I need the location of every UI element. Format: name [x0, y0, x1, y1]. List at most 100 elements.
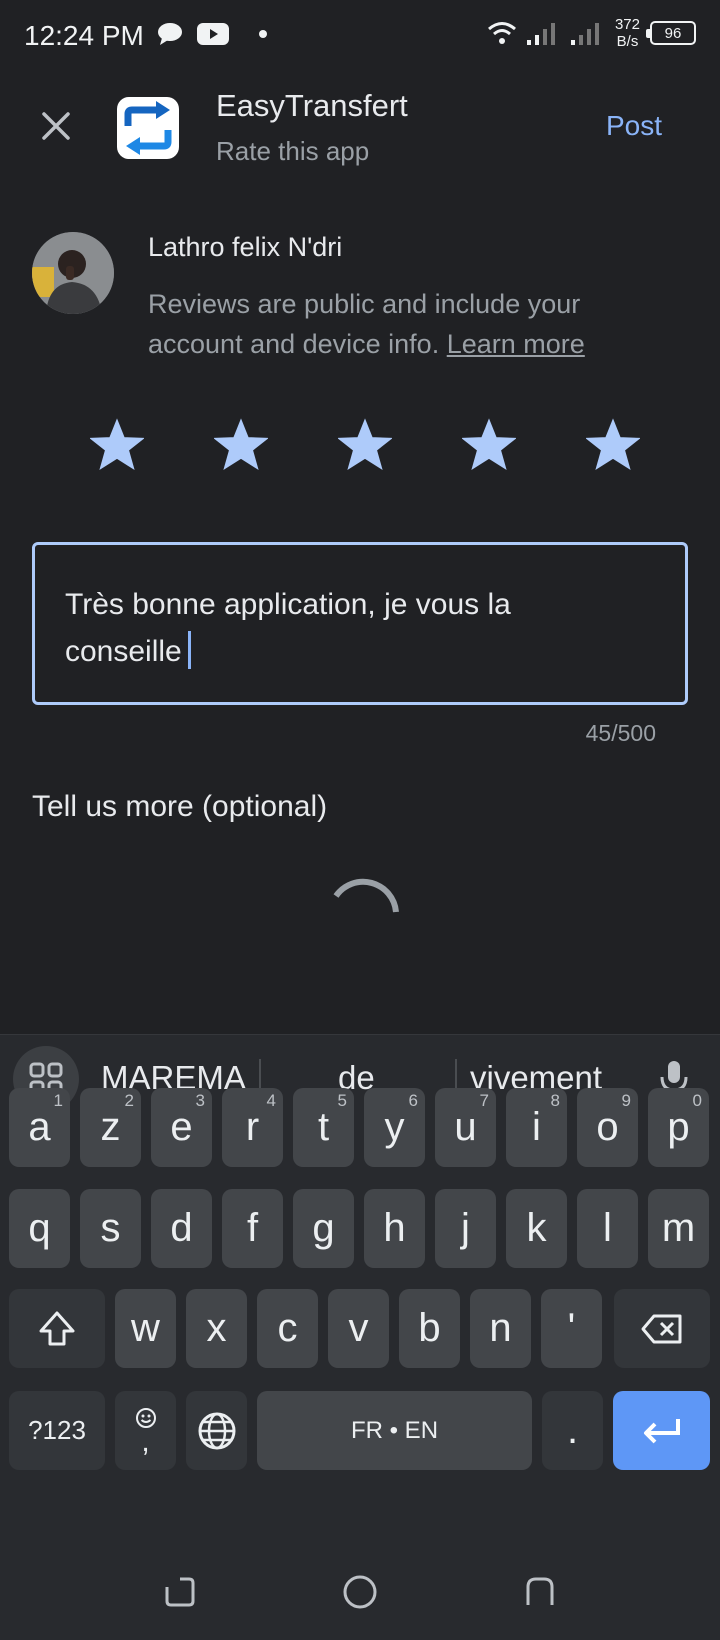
- key-f[interactable]: f: [222, 1189, 283, 1268]
- key-m[interactable]: m: [648, 1189, 709, 1268]
- key-g[interactable]: g: [293, 1189, 354, 1268]
- tell-us-more-heading: Tell us more (optional): [32, 790, 328, 823]
- star-2[interactable]: [214, 418, 268, 472]
- text-cursor: [187, 631, 191, 669]
- key-a-label: a: [28, 1105, 51, 1149]
- star-4[interactable]: [462, 418, 516, 472]
- key-j-label: j: [461, 1206, 470, 1250]
- key-a[interactable]: a1: [9, 1088, 70, 1167]
- key-x[interactable]: x: [186, 1289, 247, 1368]
- space-key[interactable]: FR • EN: [257, 1391, 532, 1470]
- key-x-label: x: [206, 1306, 227, 1350]
- key-d[interactable]: d: [151, 1189, 212, 1268]
- key-r[interactable]: r4: [222, 1088, 283, 1167]
- key-z[interactable]: z2: [80, 1088, 141, 1167]
- post-button[interactable]: Post: [606, 110, 662, 142]
- key-p-hint: 0: [692, 1091, 702, 1110]
- key-q[interactable]: q: [9, 1189, 70, 1268]
- back-icon: [526, 1577, 554, 1605]
- star-3[interactable]: [338, 418, 392, 472]
- signal-icon: [526, 23, 555, 45]
- chat-bubble-icon: [158, 23, 182, 45]
- key-t-hint: 5: [337, 1091, 347, 1110]
- symbols-key-label: ?123: [28, 1415, 86, 1445]
- close-button[interactable]: [34, 104, 78, 148]
- key-w-label: w: [131, 1306, 160, 1350]
- user-name: Lathro felix N'dri: [148, 232, 343, 262]
- review-input[interactable]: Très bonne application, je vous la conse…: [32, 542, 688, 705]
- key-apostrophe[interactable]: ': [541, 1289, 602, 1368]
- recents-button[interactable]: [160, 1572, 200, 1612]
- key-c-label: c: [277, 1306, 298, 1350]
- key-u-hint: 7: [479, 1091, 489, 1110]
- key-o-hint: 9: [621, 1091, 631, 1110]
- battery-indicator: 96: [646, 21, 696, 45]
- key-b[interactable]: b: [399, 1289, 460, 1368]
- enter-arrow-icon: [643, 1418, 680, 1443]
- key-y-hint: 6: [408, 1091, 418, 1110]
- key-y[interactable]: y6: [364, 1088, 425, 1167]
- key-g-label: g: [312, 1206, 335, 1250]
- youtube-icon: [197, 23, 229, 45]
- key-i[interactable]: i8: [506, 1088, 567, 1167]
- symbols-key[interactable]: ?123: [9, 1391, 105, 1470]
- close-icon: [42, 112, 70, 140]
- key-t-label: t: [317, 1105, 330, 1149]
- back-button[interactable]: [520, 1572, 560, 1612]
- status-time: 12:24 PM: [24, 20, 144, 51]
- key-i-hint: 8: [550, 1091, 560, 1110]
- recents-icon: [165, 1577, 195, 1607]
- space-key-label: FR • EN: [350, 1416, 439, 1444]
- key-i-label: i: [532, 1105, 541, 1149]
- key-n[interactable]: n: [470, 1289, 531, 1368]
- backspace-key[interactable]: [614, 1289, 710, 1368]
- key-f-label: f: [246, 1206, 259, 1250]
- avatar-photo: [32, 232, 114, 314]
- key-c[interactable]: c: [257, 1289, 318, 1368]
- key-t[interactable]: t5: [293, 1088, 354, 1167]
- star-1[interactable]: [90, 418, 144, 472]
- key-l-label: l: [603, 1206, 612, 1250]
- star-5[interactable]: [586, 418, 640, 472]
- key-w[interactable]: w: [115, 1289, 176, 1368]
- navigation-bar: [0, 1536, 720, 1640]
- key-e[interactable]: e3: [151, 1088, 212, 1167]
- period-key[interactable]: .: [542, 1391, 603, 1470]
- status-right: 372 B/s 96: [487, 16, 696, 50]
- key-p-label: p: [667, 1105, 690, 1149]
- enter-key[interactable]: [613, 1391, 710, 1470]
- language-key[interactable]: [186, 1391, 247, 1470]
- review-text-value: Très bonne application, je vous la conse…: [65, 588, 511, 668]
- character-counter: 45/500: [585, 720, 656, 746]
- key-j[interactable]: j: [435, 1189, 496, 1268]
- backspace-icon: [641, 1314, 682, 1343]
- key-h[interactable]: h: [364, 1189, 425, 1268]
- shift-key[interactable]: [9, 1289, 105, 1368]
- wifi-icon: [488, 22, 516, 44]
- status-bar: 12:24 PM 372 B/s 96: [0, 0, 720, 74]
- key-v[interactable]: v: [328, 1289, 389, 1368]
- key-a-hint: 1: [53, 1091, 63, 1110]
- key-l[interactable]: l: [577, 1189, 638, 1268]
- key-s[interactable]: s: [80, 1189, 141, 1268]
- key-p[interactable]: p0: [648, 1088, 709, 1167]
- emoji-comma-key[interactable]: ,: [115, 1391, 176, 1470]
- avatar: [32, 232, 114, 314]
- key-o[interactable]: o9: [577, 1088, 638, 1167]
- key-n-label: n: [489, 1306, 512, 1350]
- review-text[interactable]: Très bonne application, je vous la conse…: [65, 581, 625, 675]
- key-s-label: s: [100, 1206, 121, 1250]
- page-subtitle: Rate this app: [216, 136, 370, 166]
- key-e-label: e: [170, 1105, 193, 1149]
- battery-level: 96: [664, 24, 682, 42]
- key-u[interactable]: u7: [435, 1088, 496, 1167]
- home-button[interactable]: [340, 1572, 380, 1612]
- network-speed: 372 B/s: [615, 16, 640, 50]
- network-speed-unit: B/s: [616, 33, 639, 50]
- network-speed-value: 372: [614, 16, 640, 33]
- key-m-label: m: [661, 1206, 696, 1250]
- learn-more-link[interactable]: Learn more: [447, 329, 585, 359]
- key-e-hint: 3: [195, 1091, 205, 1110]
- key-k[interactable]: k: [506, 1189, 567, 1268]
- period-key-label: .: [566, 1408, 579, 1452]
